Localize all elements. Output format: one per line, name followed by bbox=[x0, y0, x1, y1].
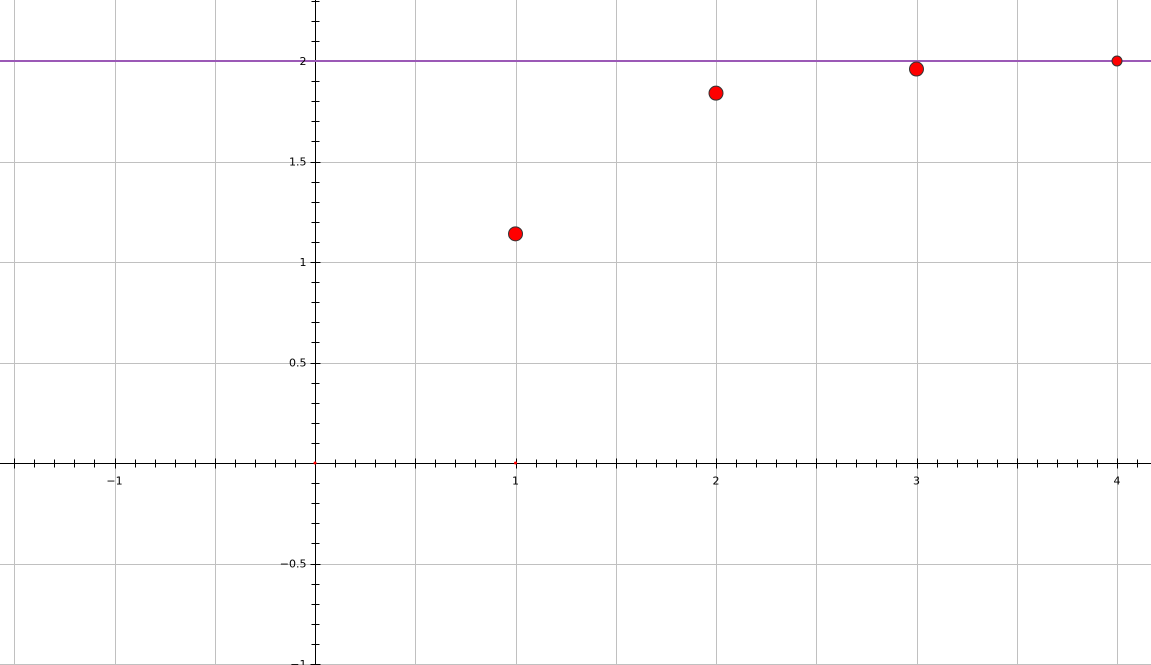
x-axis-point-marker bbox=[514, 461, 517, 465]
data-points bbox=[508, 55, 1123, 242]
y-tick-label: 0.5 bbox=[289, 357, 307, 370]
data-point bbox=[508, 226, 523, 242]
data-point bbox=[909, 61, 924, 77]
x-tick-label: 3 bbox=[913, 475, 920, 488]
y-tick-label: 2 bbox=[300, 55, 307, 68]
y-tick-label: 1.5 bbox=[289, 156, 307, 169]
axes bbox=[0, 0, 1151, 665]
y-tick-label: 1 bbox=[300, 256, 307, 269]
x-tick-label: 4 bbox=[1114, 475, 1121, 488]
origin-marker bbox=[313, 461, 317, 465]
data-point bbox=[708, 85, 724, 101]
y-tick-label: −0.5 bbox=[280, 558, 307, 571]
y-tick-label: −1 bbox=[290, 658, 306, 665]
data-point bbox=[1111, 55, 1123, 67]
x-tick-label: 2 bbox=[713, 475, 720, 488]
x-tick-label: 1 bbox=[512, 475, 519, 488]
x-tick-label: −1 bbox=[106, 475, 122, 488]
scatter-chart: −1 1 2 3 4 2 1.5 1 0.5 −0.5 −1 bbox=[0, 0, 1151, 665]
grid-lines bbox=[0, 0, 1151, 665]
tick-labels: −1 1 2 3 4 2 1.5 1 0.5 −0.5 −1 bbox=[106, 55, 1120, 665]
